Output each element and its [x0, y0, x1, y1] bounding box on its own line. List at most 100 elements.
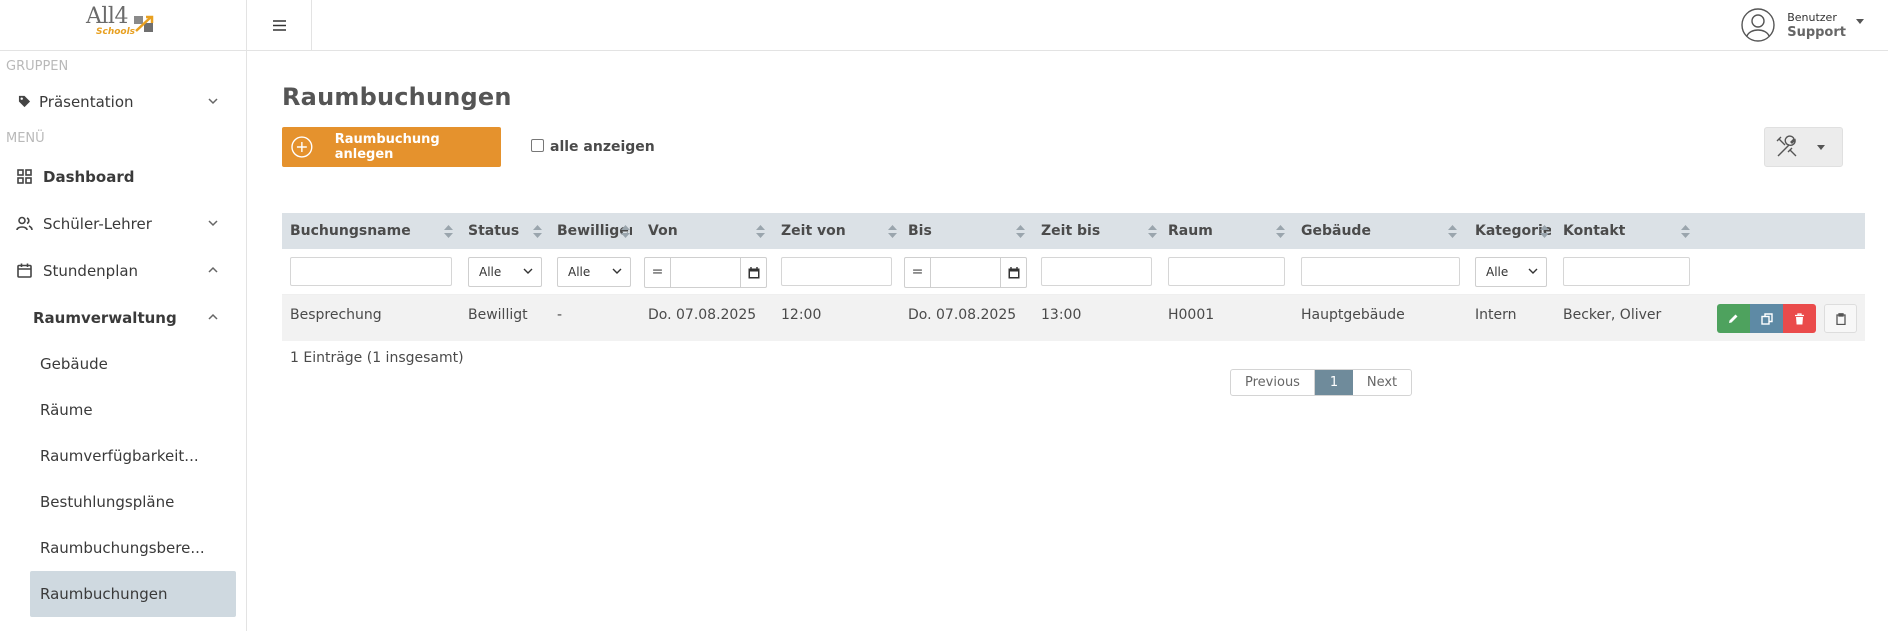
row-actions — [1717, 304, 1816, 333]
menu-toggle-button[interactable] — [247, 0, 312, 50]
trash-icon — [1795, 312, 1804, 324]
table-row[interactable]: Besprechung Bewilligt - Do. 07.08.2025 1… — [282, 295, 1865, 341]
sidebar-item-dashboard[interactable]: Dashboard — [0, 153, 246, 200]
pencil-icon — [1729, 314, 1738, 323]
sort-icon[interactable] — [1016, 225, 1025, 238]
filter-raum-input[interactable] — [1168, 257, 1285, 286]
hamburger-icon — [272, 19, 286, 31]
sidebar-item-label: Bestuhlungspläne — [40, 493, 175, 511]
sidebar-item-label: Schüler-Lehrer — [43, 214, 152, 233]
show-all-checkbox[interactable] — [531, 138, 544, 152]
filter-status-select[interactable]: Alle — [468, 257, 542, 287]
pagination-previous[interactable]: Previous — [1231, 370, 1315, 395]
filter-status-value: Alle — [479, 265, 502, 279]
tag-icon — [15, 93, 33, 111]
sidebar-item-gebaeude[interactable]: Gebäude — [0, 341, 246, 387]
sort-icon[interactable] — [444, 225, 453, 238]
page-title: Raumbuchungen — [282, 83, 512, 111]
filter-bis-input[interactable] — [931, 258, 1000, 287]
filter-zeit-von-input[interactable] — [781, 257, 892, 286]
sort-icon[interactable] — [1540, 225, 1549, 238]
sort-icon[interactable] — [1148, 225, 1157, 238]
sidebar-item-label: Räume — [40, 401, 93, 419]
logo[interactable]: All4 Schools — [0, 0, 246, 51]
sort-icon[interactable] — [621, 225, 630, 238]
col-header-kontakt[interactable]: Kontakt — [1563, 213, 1663, 249]
logo-icon — [134, 15, 154, 32]
show-all-toggle[interactable]: alle anzeigen — [531, 138, 655, 155]
col-header-zeit-von[interactable]: Zeit von — [781, 213, 881, 249]
col-header-von[interactable]: Von — [648, 213, 748, 249]
cell-zeit-bis: 13:00 — [1041, 307, 1082, 323]
tools-icon — [1776, 135, 1797, 157]
filter-zeit-bis-input[interactable] — [1041, 257, 1152, 286]
cell-gebaeude: Hauptgebäude — [1301, 307, 1405, 323]
sort-icon[interactable] — [888, 225, 897, 238]
entries-count: 1 Einträge (1 insgesamt) — [290, 350, 464, 366]
clipboard-icon — [1835, 312, 1846, 325]
edit-button[interactable] — [1717, 304, 1750, 333]
filter-bewilligen-select[interactable]: Alle — [557, 257, 631, 287]
sidebar-item-schueler-lehrer[interactable]: Schüler-Lehrer — [0, 200, 246, 247]
add-booking-button[interactable]: Raumbuchung anlegen — [282, 127, 501, 167]
sidebar-submenu-raumverwaltung[interactable]: Raumverwaltung — [0, 294, 246, 341]
col-header-bis[interactable]: Bis — [908, 213, 1008, 249]
main-content: Raumbuchungen Raumbuchung anlegen alle a… — [247, 51, 1888, 631]
bookings-table: Buchungsname Status Bewilligen Von Zeit … — [282, 213, 1865, 341]
cell-von: Do. 07.08.2025 — [648, 307, 757, 323]
sidebar-item-bestuhlungsplaene[interactable]: Bestuhlungspläne — [0, 479, 246, 525]
filter-bis-operator[interactable]: = — [905, 258, 931, 287]
filter-bewilligen-value: Alle — [568, 265, 591, 279]
sidebar-item-praesentation[interactable]: Präsentation — [0, 78, 246, 125]
sidebar-item-raeume[interactable]: Räume — [0, 387, 246, 433]
filter-von-date[interactable]: = — [644, 257, 767, 288]
col-header-raum[interactable]: Raum — [1168, 213, 1268, 249]
pagination: Previous 1 Next — [1230, 369, 1412, 396]
sidebar-item-label: Raumverwaltung — [33, 308, 177, 327]
sort-icon[interactable] — [756, 225, 765, 238]
logo-subtext: Schools — [96, 27, 136, 37]
filter-von-input[interactable] — [671, 258, 740, 287]
cell-status: Bewilligt — [468, 307, 528, 323]
delete-button[interactable] — [1783, 304, 1816, 333]
filter-bis-date[interactable]: = — [904, 257, 1027, 288]
user-role: Benutzer — [1787, 11, 1837, 24]
copy-button[interactable] — [1750, 304, 1783, 333]
col-header-buchungsname[interactable]: Buchungsname — [290, 213, 460, 249]
document-button[interactable] — [1824, 304, 1857, 333]
user-avatar-icon — [1741, 8, 1775, 42]
filter-kontakt-input[interactable] — [1563, 257, 1690, 286]
pagination-page-1[interactable]: 1 — [1315, 370, 1353, 395]
sidebar-item-raumbuchungen[interactable]: Raumbuchungen — [30, 571, 236, 617]
sort-icon[interactable] — [1276, 225, 1285, 238]
sidebar-item-stundenplan[interactable]: Stundenplan — [0, 247, 246, 294]
sidebar: All4 Schools GRUPPEN Präsentation MENÜ D… — [0, 0, 247, 631]
caret-down-icon — [1856, 18, 1864, 24]
sort-icon[interactable] — [533, 225, 542, 238]
filter-buchungsname-input[interactable] — [290, 257, 452, 286]
filter-kategorie-select[interactable]: Alle — [1475, 257, 1547, 287]
grid-icon — [15, 168, 33, 186]
sidebar-item-raumbuchungsbereiche[interactable]: Raumbuchungsbere... — [0, 525, 246, 571]
chevron-down-icon — [612, 268, 622, 274]
col-header-zeit-bis[interactable]: Zeit bis — [1041, 213, 1141, 249]
calendar-icon[interactable] — [740, 258, 766, 287]
calendar-icon — [15, 262, 33, 280]
sidebar-item-raumverfuegbarkeit[interactable]: Raumverfügbarkeit... — [0, 433, 246, 479]
filter-gebaeude-input[interactable] — [1301, 257, 1460, 286]
col-header-gebaeude[interactable]: Gebäude — [1301, 213, 1441, 249]
sidebar-item-label: Raumbuchungsbere... — [40, 539, 205, 557]
calendar-icon[interactable] — [1000, 258, 1026, 287]
user-menu[interactable]: Benutzer Support — [1741, 6, 1864, 44]
table-header: Buchungsname Status Bewilligen Von Zeit … — [282, 213, 1865, 249]
user-name: Benutzer Support — [1787, 10, 1846, 40]
filter-von-operator[interactable]: = — [645, 258, 671, 287]
cell-kontakt: Becker, Oliver — [1563, 307, 1662, 323]
sidebar-item-label: Raumbuchungen — [40, 585, 168, 603]
pagination-next[interactable]: Next — [1353, 370, 1411, 395]
sort-icon[interactable] — [1448, 225, 1457, 238]
tools-dropdown-button[interactable] — [1764, 127, 1843, 167]
cell-zeit-von: 12:00 — [781, 307, 822, 323]
sort-icon[interactable] — [1681, 225, 1690, 238]
plus-circle-icon — [291, 136, 313, 158]
